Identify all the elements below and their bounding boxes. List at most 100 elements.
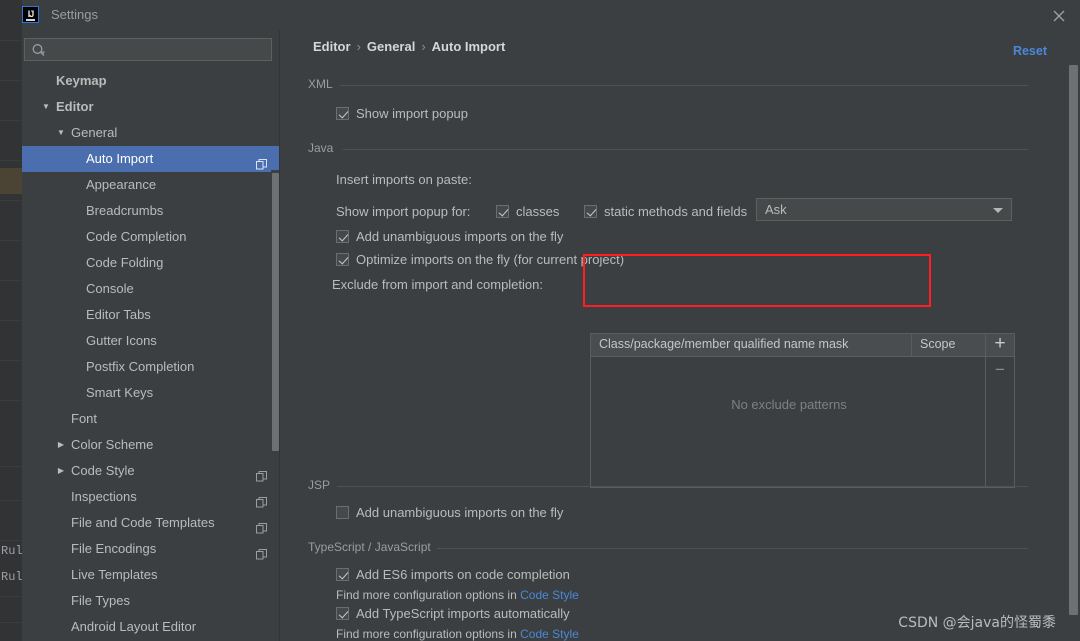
intellij-idea-icon: IJ — [22, 6, 39, 23]
sidebar-item-label: Keymap — [56, 73, 107, 88]
table-toolbar: + − — [985, 334, 1014, 487]
checkbox-ts-auto-imports[interactable]: Add TypeScript imports automatically — [336, 606, 570, 621]
sidebar-item-file-encodings[interactable]: File Encodings — [22, 536, 280, 562]
hint-ts-code-style: Find more configuration options in Code … — [336, 627, 579, 641]
exclude-patterns-table[interactable]: Class/package/member qualified name mask… — [590, 333, 1015, 488]
checkbox-label: static methods and fields — [604, 204, 748, 219]
checkbox-box[interactable] — [336, 568, 349, 581]
sidebar-item-appearance[interactable]: Appearance — [22, 172, 280, 198]
label-insert-imports-on-paste: Insert imports on paste: — [336, 172, 472, 187]
reset-link[interactable]: Reset — [1013, 44, 1047, 58]
remove-pattern-button[interactable]: − — [989, 360, 1011, 382]
sidebar-item-keymap[interactable]: Keymap — [22, 68, 280, 94]
sidebar-item-android-layout-editor[interactable]: Android Layout Editor — [22, 614, 280, 640]
sidebar-item-smart-keys[interactable]: Smart Keys — [22, 380, 280, 406]
sidebar-item-console[interactable]: Console — [22, 276, 280, 302]
sidebar-item-code-completion[interactable]: Code Completion — [22, 224, 280, 250]
sidebar-item-color-scheme[interactable]: ▶ Color Scheme — [22, 432, 280, 458]
sidebar-item-gutter-icons[interactable]: Gutter Icons — [22, 328, 280, 354]
settings-dialog: IJ Settings Keymap ▼ Editor ▼ General Au… — [22, 0, 1080, 641]
add-pattern-button[interactable]: + — [989, 334, 1011, 356]
checkbox-java-static-methods[interactable]: static methods and fields — [584, 204, 747, 219]
breadcrumb-separator-2: › — [421, 39, 426, 54]
sidebar-item-code-style[interactable]: ▶ Code Style — [22, 458, 280, 484]
checkbox-java-add-unambiguous[interactable]: Add unambiguous imports on the fly — [336, 229, 563, 244]
section-rule-jsp — [337, 486, 1028, 487]
breadcrumb-item-auto-import[interactable]: Auto Import — [432, 39, 506, 54]
table-column-header-mask: Class/package/member qualified name mask — [599, 337, 849, 351]
sidebar-item-postfix-completion[interactable]: Postfix Completion — [22, 354, 280, 380]
search-box[interactable] — [24, 38, 272, 61]
sidebar-item-label: Auto Import — [86, 151, 154, 166]
section-label-jsp: JSP — [308, 478, 331, 492]
table-column-divider[interactable] — [911, 334, 912, 356]
sidebar-item-general[interactable]: ▼ General — [22, 120, 280, 146]
sidebar-item-file-types[interactable]: File Types — [22, 588, 280, 614]
checkbox-java-optimize-imports[interactable]: Optimize imports on the fly (for current… — [336, 252, 624, 267]
table-header-row: Class/package/member qualified name mask… — [591, 334, 1014, 357]
code-style-link[interactable]: Code Style — [520, 627, 579, 641]
chevron-down-icon[interactable]: ▼ — [55, 120, 67, 146]
checkbox-box[interactable] — [584, 205, 597, 218]
copy-icon[interactable] — [256, 465, 267, 482]
checkbox-jsp-add-unambiguous[interactable]: Add unambiguous imports on the fly — [336, 505, 563, 520]
settings-main-panel: Editor › General › Auto Import Reset XML Sho… — [280, 30, 1080, 641]
sidebar-item-label: Console — [86, 281, 134, 296]
sidebar-item-file-and-code-templates[interactable]: File and Code Templates — [22, 510, 280, 536]
sidebar-item-editor[interactable]: ▼ Editor — [22, 94, 280, 120]
sidebar-item-inspections[interactable]: Inspections — [22, 484, 280, 510]
section-label-xml: XML — [308, 77, 333, 91]
sidebar-item-font[interactable]: Font — [22, 406, 280, 432]
sidebar-scrollbar-thumb[interactable] — [272, 173, 279, 451]
checkbox-box[interactable] — [336, 107, 349, 120]
breadcrumb: Editor › General › Auto Import — [313, 39, 505, 54]
checkbox-box[interactable] — [336, 506, 349, 519]
annotation-highlight-box — [583, 254, 931, 307]
checkbox-label: Add TypeScript imports automatically — [356, 606, 570, 621]
copy-icon[interactable] — [256, 543, 267, 560]
sidebar-item-label: General — [71, 125, 118, 140]
sidebar-item-label: Gutter Icons — [86, 333, 157, 348]
checkbox-ts-es6-imports[interactable]: Add ES6 imports on code completion — [336, 567, 570, 582]
checkbox-label: classes — [516, 204, 560, 219]
checkbox-java-classes[interactable]: classes — [496, 204, 559, 219]
copy-icon[interactable] — [256, 491, 267, 508]
label-show-import-popup-for: Show import popup for: — [336, 204, 471, 219]
editor-highlight-line — [0, 168, 22, 194]
sidebar-item-auto-import[interactable]: Auto Import — [22, 146, 280, 172]
sidebar-item-label: Font — [71, 411, 98, 426]
section-header-java: Java — [308, 141, 1028, 155]
sidebar-item-code-folding[interactable]: Code Folding — [22, 250, 280, 276]
copy-icon[interactable] — [256, 153, 267, 170]
checkbox-box[interactable] — [496, 205, 509, 218]
breadcrumb-item-general[interactable]: General — [367, 39, 415, 54]
sidebar-item-editor-tabs[interactable]: Editor Tabs — [22, 302, 280, 328]
checkbox-box[interactable] — [336, 230, 349, 243]
breadcrumb-separator-1: › — [356, 39, 361, 54]
settings-sidebar: Keymap ▼ Editor ▼ General Auto Import Appearan… — [22, 30, 280, 641]
sidebar-item-label: Code Style — [71, 463, 135, 478]
insert-imports-select[interactable]: Ask — [756, 198, 1012, 221]
checkbox-box[interactable] — [336, 253, 349, 266]
code-style-link[interactable]: Code Style — [520, 588, 579, 602]
sidebar-item-label: Editor — [56, 99, 94, 114]
breadcrumb-item-editor[interactable]: Editor — [313, 39, 351, 54]
sidebar-item-live-templates[interactable]: Live Templates — [22, 562, 280, 588]
chevron-right-icon[interactable]: ▶ — [55, 432, 67, 458]
chevron-right-icon[interactable]: ▶ — [55, 458, 67, 484]
copy-icon[interactable] — [256, 517, 267, 534]
search-input[interactable] — [51, 41, 270, 60]
sidebar-item-breadcrumbs[interactable]: Breadcrumbs — [22, 198, 280, 224]
close-icon[interactable] — [1049, 6, 1069, 26]
sidebar-item-label: Smart Keys — [86, 385, 154, 400]
chevron-down-icon[interactable]: ▼ — [40, 94, 52, 120]
checkbox-box[interactable] — [336, 607, 349, 620]
watermark: CSDN @会java的怪蜀黍 — [898, 615, 1056, 631]
sidebar-item-label: Breadcrumbs — [86, 203, 164, 218]
main-scrollbar-thumb[interactable] — [1069, 65, 1078, 615]
checkbox-label: Show import popup — [356, 106, 469, 121]
sidebar-item-label: File and Code Templates — [71, 515, 215, 530]
checkbox-xml-show-import-popup[interactable]: Show import popup — [336, 106, 468, 121]
section-label-ts-js: TypeScript / JavaScript — [308, 540, 431, 554]
settings-tree[interactable]: Keymap ▼ Editor ▼ General Auto Import Appearan… — [22, 68, 280, 641]
